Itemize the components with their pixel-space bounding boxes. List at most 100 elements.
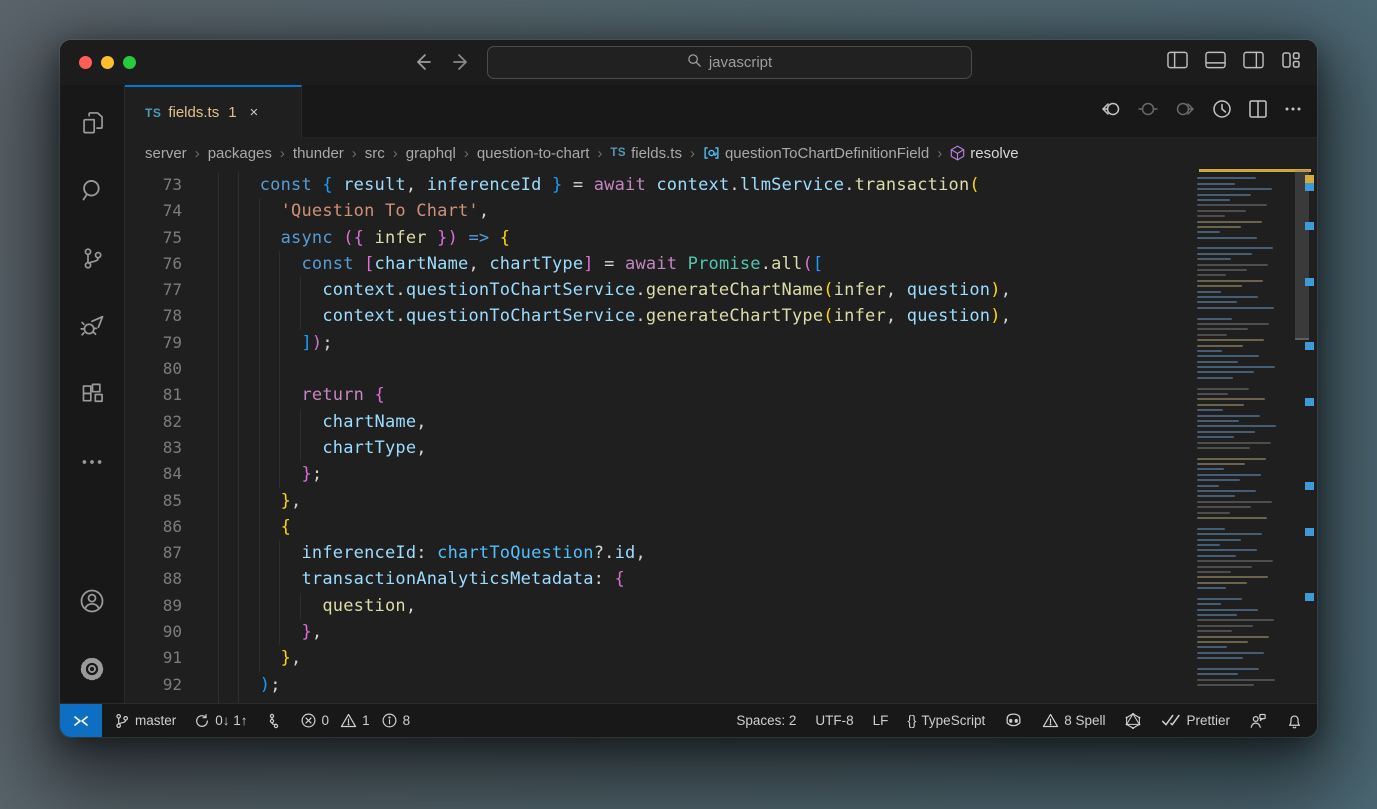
run-debug-icon[interactable] (60, 292, 125, 360)
code-line-75[interactable]: 75 async ({ infer }) => { (125, 225, 1197, 251)
feedback-icon[interactable] (1249, 712, 1267, 729)
toggle-panel-icon[interactable] (1205, 51, 1226, 69)
split-editor-icon[interactable] (1248, 99, 1268, 124)
line-number[interactable]: 88 (125, 566, 182, 592)
timeline-clock-icon[interactable] (1211, 98, 1233, 125)
breadcrumb-item-question-to-chart[interactable]: question-to-chart (477, 145, 590, 162)
line-number[interactable]: 75 (125, 225, 182, 251)
code-line-89[interactable]: 89 question, (125, 593, 1197, 619)
line-number[interactable]: 84 (125, 461, 182, 487)
code-line-76[interactable]: 76 const [chartName, chartType] = await … (125, 251, 1197, 277)
explorer-icon[interactable] (60, 88, 125, 156)
settings-gear-icon[interactable] (60, 635, 125, 703)
language-status[interactable]: {} TypeScript (907, 713, 985, 728)
nav-back-circle-icon[interactable] (1100, 98, 1122, 125)
graphql-status[interactable] (1124, 712, 1142, 730)
minimap-line (1197, 398, 1265, 400)
formatter-status[interactable]: Prettier (1161, 713, 1230, 728)
spell-checker-status[interactable]: 8 Spell (1042, 712, 1105, 729)
breadcrumb-item-server[interactable]: server (145, 145, 187, 162)
breadcrumb-item-src[interactable]: src (365, 145, 385, 162)
tab-fields-ts[interactable]: TS fields.ts 1 × (125, 85, 302, 138)
line-number[interactable]: 93 (125, 698, 182, 703)
line-number[interactable]: 79 (125, 330, 182, 356)
line-number[interactable]: 86 (125, 514, 182, 540)
code-line-82[interactable]: 82 chartName, (125, 409, 1197, 435)
more-actions-icon[interactable] (1283, 99, 1303, 124)
line-number[interactable]: 76 (125, 251, 182, 277)
eol-status[interactable]: LF (873, 713, 889, 728)
nav-forward-circle-icon[interactable] (1174, 98, 1196, 125)
line-number[interactable]: 91 (125, 645, 182, 671)
zoom-window-button[interactable] (123, 56, 136, 69)
encoding-status[interactable]: UTF-8 (815, 713, 853, 728)
line-number[interactable]: 77 (125, 277, 182, 303)
code-line-83[interactable]: 83 chartType, (125, 435, 1197, 461)
history-back-icon[interactable] (410, 50, 434, 74)
code-line-73[interactable]: 73 const { result, inferenceId } = await… (125, 172, 1197, 198)
code-line-90[interactable]: 90 }, (125, 619, 1197, 645)
breadcrumb-item-resolve[interactable]: resolve (950, 145, 1018, 162)
code-line-78[interactable]: 78 context.questionToChartService.genera… (125, 303, 1197, 329)
code-area[interactable]: 73 const { result, inferenceId } = await… (125, 168, 1197, 703)
indentation-status[interactable]: Spaces: 2 (736, 713, 796, 728)
history-forward-icon[interactable] (450, 50, 474, 74)
code-line-81[interactable]: 81 return { (125, 382, 1197, 408)
code-line-84[interactable]: 84 }; (125, 461, 1197, 487)
code-line-86[interactable]: 86 { (125, 514, 1197, 540)
minimap[interactable] (1197, 172, 1295, 703)
line-number[interactable]: 74 (125, 198, 182, 224)
toggle-sidebar-icon[interactable] (1167, 51, 1188, 69)
code-line-91[interactable]: 91 }, (125, 645, 1197, 671)
line-number[interactable]: 87 (125, 540, 182, 566)
problems-status[interactable]: 0 1 8 (300, 712, 411, 729)
breadcrumb-item-questiontochartdefinitionfield[interactable]: questionToChartDefinitionField (703, 145, 929, 162)
code-line-93[interactable]: 93 (125, 698, 1197, 703)
minimap-line (1197, 684, 1254, 686)
customize-layout-icon[interactable] (1281, 51, 1301, 69)
copilot-status[interactable] (1004, 712, 1023, 729)
line-number[interactable]: 89 (125, 593, 182, 619)
scrollbar-slider[interactable] (1295, 170, 1309, 340)
git-branch-status[interactable]: master (114, 713, 176, 729)
code-line-77[interactable]: 77 context.questionToChartService.genera… (125, 277, 1197, 303)
breadcrumb-item-fields-ts[interactable]: TSfields.ts (610, 145, 682, 162)
line-number[interactable]: 82 (125, 409, 182, 435)
breadcrumb-item-graphql[interactable]: graphql (406, 145, 456, 162)
nav-circle-icon[interactable] (1137, 98, 1159, 125)
code-line-92[interactable]: 92 ); (125, 672, 1197, 698)
git-sync-status[interactable]: 0↓ 1↑ (194, 713, 247, 729)
line-number[interactable]: 73 (125, 172, 182, 198)
line-number[interactable]: 81 (125, 382, 182, 408)
toggle-secondary-sidebar-icon[interactable] (1243, 51, 1264, 69)
line-number[interactable]: 83 (125, 435, 182, 461)
line-number[interactable]: 80 (125, 356, 182, 382)
remote-indicator[interactable] (60, 704, 102, 737)
breadcrumb-item-thunder[interactable]: thunder (293, 145, 344, 162)
command-center-search[interactable]: javascript (487, 46, 972, 79)
code-line-85[interactable]: 85 }, (125, 488, 1197, 514)
notifications-bell-icon[interactable] (1286, 712, 1303, 730)
close-window-button[interactable] (79, 56, 92, 69)
line-number[interactable]: 85 (125, 488, 182, 514)
line-number[interactable]: 92 (125, 672, 182, 698)
minimap-line (1197, 183, 1235, 185)
tab-close-icon[interactable]: × (250, 104, 259, 121)
code-line-80[interactable]: 80 (125, 356, 1197, 382)
code-line-74[interactable]: 74 'Question To Chart', (125, 198, 1197, 224)
code-line-87[interactable]: 87 inferenceId: chartToQuestion?.id, (125, 540, 1197, 566)
minimize-window-button[interactable] (101, 56, 114, 69)
more-views-icon[interactable] (60, 428, 125, 496)
code-line-79[interactable]: 79 ]); (125, 330, 1197, 356)
minimap-line (1197, 636, 1269, 638)
extensions-icon[interactable] (60, 360, 125, 428)
git-graph-status[interactable] (266, 713, 282, 729)
accounts-icon[interactable] (60, 567, 125, 635)
source-control-icon[interactable] (60, 224, 125, 292)
code-line-88[interactable]: 88 transactionAnalyticsMetadata: { (125, 566, 1197, 592)
breadcrumb-item-packages[interactable]: packages (208, 145, 272, 162)
line-number[interactable]: 78 (125, 303, 182, 329)
minimap-line (1197, 512, 1230, 514)
line-number[interactable]: 90 (125, 619, 182, 645)
search-view-icon[interactable] (60, 156, 125, 224)
